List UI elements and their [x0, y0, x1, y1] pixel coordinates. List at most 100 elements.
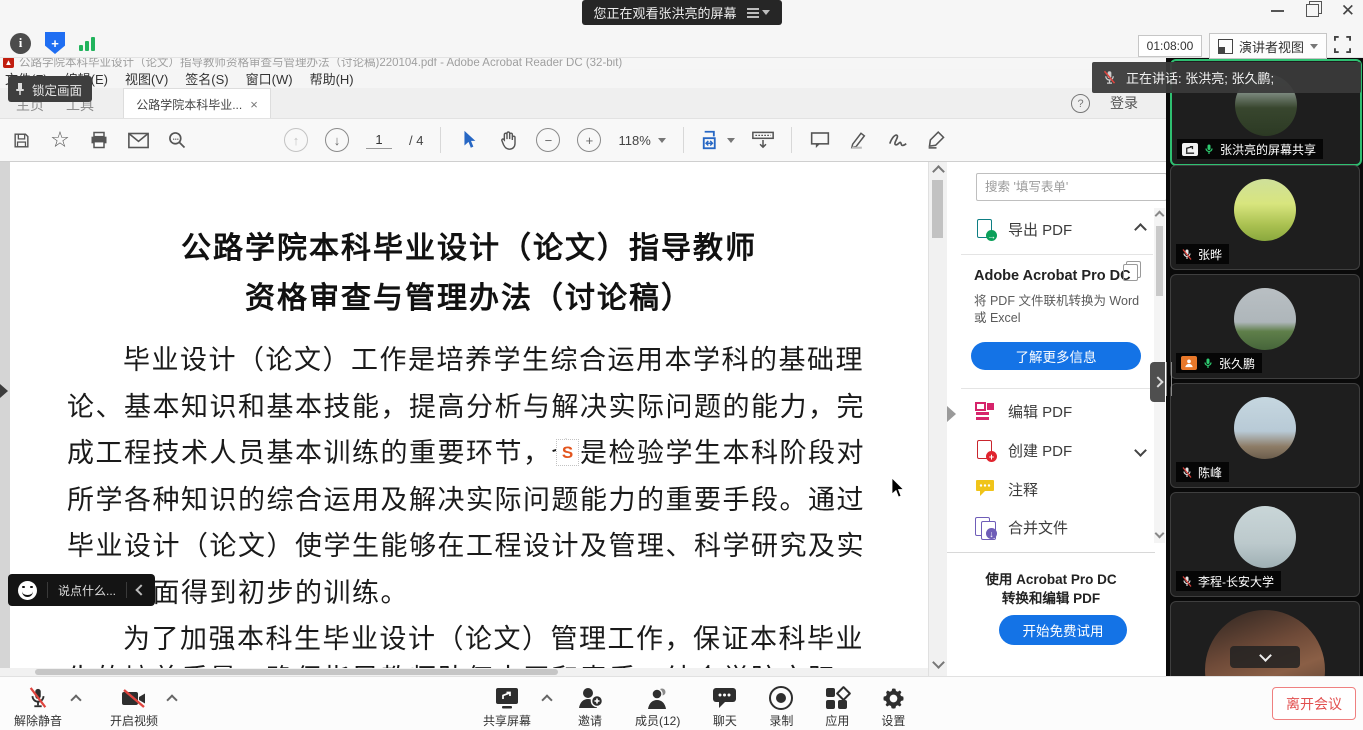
panel-scroll-up-icon[interactable] — [1155, 211, 1165, 221]
view-mode-selector[interactable]: 演讲者视图 — [1209, 33, 1327, 59]
help-icon[interactable]: ? — [1071, 94, 1090, 113]
export-pdf-item[interactable]: → 导出 PDF — [975, 216, 1155, 242]
fullscreen-icon[interactable] — [1334, 36, 1351, 53]
left-panel-expand-icon[interactable] — [0, 384, 8, 398]
members-button[interactable]: 成员(12) — [635, 684, 680, 729]
maximize-button[interactable] — [1306, 4, 1319, 17]
scroll-down-icon[interactable] — [932, 656, 945, 669]
search-icon[interactable] — [166, 129, 188, 151]
close-button[interactable]: ✕ — [1341, 5, 1355, 17]
participant-tile[interactable]: 张久鹏 — [1170, 274, 1360, 379]
tools-panel-collapse-icon[interactable] — [947, 406, 956, 422]
comment-item[interactable]: 注释 — [975, 476, 1155, 502]
edit-pdf-item[interactable]: 编辑 PDF — [975, 398, 1155, 424]
video-options-icon[interactable] — [166, 694, 177, 705]
print-icon[interactable] — [88, 129, 110, 151]
participant-tile[interactable]: 张晔 — [1170, 165, 1360, 270]
document-paragraph: 生的培养质量，确保指导教师队伍水平和素质，结合学院实际 — [67, 657, 897, 668]
chat-label: 聊天 — [713, 712, 737, 729]
menu-view[interactable]: 视图(V) — [125, 69, 168, 88]
previous-page-icon[interactable]: ↑ — [284, 128, 308, 152]
zoom-in-icon[interactable]: + — [577, 128, 601, 152]
zoom-level-control[interactable]: 118% — [618, 133, 665, 148]
select-tool-icon[interactable] — [458, 129, 480, 151]
sidebar-resize-handle[interactable] — [1166, 362, 1172, 396]
star-icon[interactable]: ☆ — [49, 129, 71, 151]
mic-muted-icon — [1181, 466, 1193, 479]
email-icon[interactable] — [127, 129, 149, 151]
collapse-chat-icon[interactable] — [135, 584, 146, 595]
minimize-button[interactable] — [1271, 10, 1284, 12]
start-video-button[interactable]: 开启视频 — [110, 684, 172, 729]
panel-handle-collapse[interactable] — [1150, 362, 1165, 402]
tab-close-icon[interactable]: × — [250, 97, 258, 112]
share-options-icon[interactable] — [541, 694, 552, 705]
reading-mode-icon[interactable] — [752, 129, 774, 151]
participant-tile[interactable]: 李程-长安大学 — [1170, 492, 1360, 597]
participant-tile[interactable]: 陈峰 — [1170, 383, 1360, 488]
scroll-up-icon[interactable] — [932, 165, 945, 178]
combine-files-item[interactable]: ↓ 合并文件 — [975, 514, 1155, 540]
chat-placeholder[interactable]: 说点什么... — [58, 582, 116, 599]
scroll-more-participants[interactable] — [1230, 646, 1300, 668]
leave-meeting-button[interactable]: 离开会议 — [1272, 687, 1356, 720]
mic-muted-icon — [27, 684, 49, 710]
invite-button[interactable]: 邀请 — [577, 684, 603, 729]
info-icon[interactable]: i — [10, 33, 31, 54]
scrollbar-thumb[interactable] — [932, 180, 943, 238]
highlight-tool-icon[interactable] — [848, 129, 870, 151]
hand-tool-icon[interactable] — [497, 129, 519, 151]
tools-search-input[interactable] — [976, 173, 1167, 201]
mic-on-icon — [1202, 357, 1214, 370]
meeting-timer: 01:08:00 — [1138, 35, 1202, 57]
free-trial-button[interactable]: 开始免费试用 — [999, 615, 1127, 645]
chevron-up-icon[interactable] — [1134, 223, 1147, 236]
banner-menu-icon[interactable] — [747, 10, 770, 15]
zoom-out-icon[interactable]: − — [536, 128, 560, 152]
mic-options-icon[interactable] — [70, 694, 81, 705]
apps-button[interactable]: 应用 — [825, 684, 849, 729]
security-shield-icon[interactable]: + — [45, 32, 65, 54]
document-paragraph: 论、基本知识和基本技能，提高分析与解决实际问题的能力，完 — [67, 385, 897, 424]
participant-name-tag: 李程-长安大学 — [1176, 571, 1281, 591]
unmute-button[interactable]: 解除静音 — [14, 684, 76, 729]
export-pdf-icon: → — [975, 219, 995, 239]
menu-sign[interactable]: 签名(S) — [185, 69, 228, 88]
panel-scrollbar-thumb[interactable] — [1156, 226, 1163, 296]
avatar — [1234, 288, 1296, 350]
settings-button[interactable]: 设置 — [881, 684, 905, 729]
document-title-line2: 资格审查与管理办法（讨论稿） — [10, 273, 928, 317]
horizontal-scrollbar[interactable] — [0, 668, 928, 676]
fit-width-tool[interactable] — [701, 129, 735, 151]
edit-pdf-icon — [975, 401, 995, 421]
vertical-scrollbar[interactable] — [928, 160, 947, 676]
record-button[interactable]: 录制 — [769, 684, 793, 729]
watching-banner-label: 您正在观看张洪亮的屏幕 — [593, 3, 736, 22]
tab-document[interactable]: 公路学院本科毕业... × — [123, 88, 271, 119]
save-icon[interactable] — [10, 129, 32, 151]
comment-tool-icon[interactable] — [809, 129, 831, 151]
fill-sign-tool-icon[interactable] — [926, 129, 948, 151]
share-screen-button[interactable]: 共享屏幕 — [483, 684, 545, 729]
create-pdf-item[interactable]: + 创建 PDF — [975, 437, 1155, 463]
promo-description: 将 PDF 文件联机转换为 Word 或 Excel — [974, 293, 1142, 327]
page-number-input[interactable]: 1 — [366, 132, 392, 149]
next-page-icon[interactable]: ↓ — [325, 128, 349, 152]
menu-window[interactable]: 窗口(W) — [246, 69, 293, 88]
share-screen-icon — [494, 684, 520, 710]
learn-more-button[interactable]: 了解更多信息 — [971, 342, 1141, 370]
participant-name-tag: 张洪亮的屏幕共享 — [1177, 139, 1323, 159]
chat-icon — [712, 684, 737, 710]
record-icon — [769, 684, 793, 710]
comment-label: 注释 — [1008, 479, 1038, 500]
sign-tool-icon[interactable] — [887, 129, 909, 151]
chat-button[interactable]: 聊天 — [712, 684, 737, 729]
participant-tile-partial[interactable] — [1170, 601, 1360, 678]
panel-scroll-down-icon[interactable] — [1155, 529, 1165, 539]
quick-chat-pill[interactable]: 说点什么... — [8, 574, 155, 606]
hscrollbar-thumb[interactable] — [35, 669, 558, 675]
sign-in-link[interactable]: 登录 — [1110, 93, 1138, 113]
emoji-icon[interactable] — [18, 581, 37, 600]
chevron-down-icon[interactable] — [1134, 444, 1147, 457]
menu-help[interactable]: 帮助(H) — [310, 69, 354, 88]
